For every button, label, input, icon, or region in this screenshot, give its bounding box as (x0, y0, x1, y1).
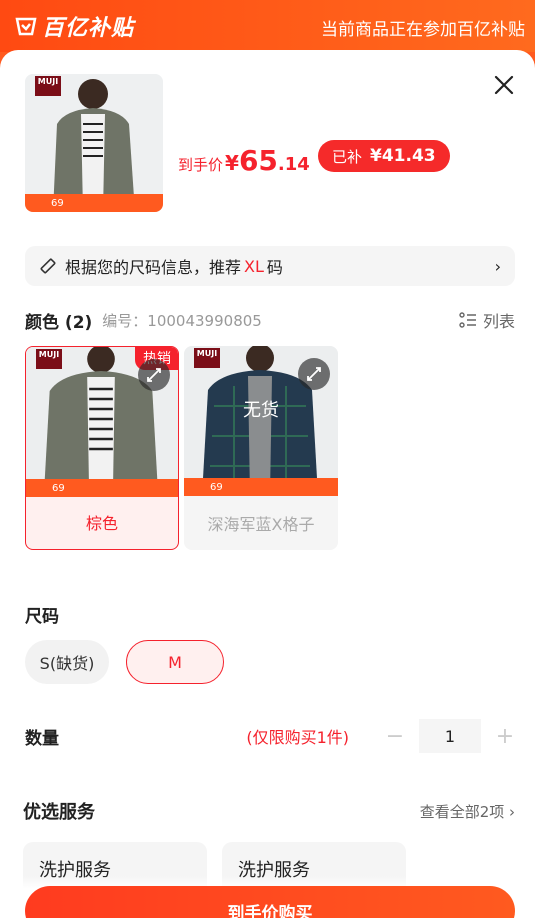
price-prefix: 到手价 (178, 156, 224, 174)
expand-arrows (307, 367, 321, 381)
expand-icon[interactable] (298, 358, 330, 390)
ruler-icon (40, 258, 56, 274)
expand-arrows (147, 368, 161, 382)
expand-icon[interactable] (138, 359, 170, 391)
subsidy-badge: 已补 ¥41.43 (318, 140, 450, 172)
subsidy-note: 当前商品正在参加百亿补贴 (321, 20, 525, 40)
quantity-input[interactable]: 1 (419, 719, 481, 753)
color-label: 深海军蓝X格子 (207, 515, 315, 534)
brand-logo: 百亿补贴 (14, 10, 134, 42)
out-of-stock-label: 无货 (243, 400, 279, 421)
size-recommendation[interactable]: 根据您的尺码信息，推荐 XL 码 › (25, 246, 515, 286)
brand-badge: MUJI (36, 349, 62, 369)
sku-sheet: MUJI 69 到手价 ¥ 65 .14 已补 ¥41.43 根据您的尺码信息，… (0, 50, 535, 918)
size-rec-text: 根据您的尺码信息，推荐 (65, 258, 242, 277)
price-sticker: 69 (184, 478, 338, 496)
price-decimal: .14 (277, 154, 310, 175)
price-sticker: 69 (25, 194, 163, 212)
final-price: 到手价 ¥ 65 .14 (178, 144, 310, 177)
quantity-title: 数量 (25, 728, 59, 749)
brand-badge: MUJI (35, 76, 61, 96)
subsidy-logo-icon (15, 17, 37, 36)
list-view-toggle[interactable]: 列表 (459, 308, 515, 332)
recommended-size: XL (244, 256, 264, 276)
color-section-header: 颜色 (2) 编号：100043990805 列表 (25, 308, 515, 333)
services-header: 优选服务 查看全部2项 › (23, 798, 515, 824)
subsidy-value: ¥41.43 (370, 146, 436, 166)
brand-text: 百亿补贴 (42, 16, 135, 41)
top-banner: 百亿补贴 当前商品正在参加百亿补贴 (0, 0, 535, 52)
color-label: 棕色 (85, 514, 118, 533)
quantity-row: 数量 (仅限购买1件) − 1 + (25, 718, 515, 754)
color-option-navy-plaid[interactable]: MUJI 69 无货 深海军蓝X格子 (184, 346, 338, 550)
product-thumbnail[interactable]: MUJI 69 (25, 74, 163, 212)
size-rec-suffix: 码 (266, 258, 283, 277)
color-title: 颜色 (2) (25, 312, 93, 333)
price-currency: ¥ (225, 151, 239, 175)
size-option-m[interactable]: M (126, 640, 224, 684)
color-option-brown[interactable]: MUJI 69 热销 棕色 (25, 346, 179, 550)
close-icon[interactable] (493, 74, 515, 96)
purchase-limit: (仅限购买1件) (246, 728, 349, 747)
view-all-services[interactable]: 查看全部2项 › (420, 801, 515, 822)
decrease-button[interactable]: − (385, 724, 405, 749)
list-label: 列表 (482, 312, 515, 331)
list-icon (459, 312, 476, 328)
chevron-right-icon: › (494, 256, 501, 276)
product-code: 编号：100043990805 (102, 311, 262, 330)
subsidy-label: 已补 (332, 147, 363, 166)
buy-button[interactable]: 到手价购买 (25, 886, 515, 918)
brand-badge: MUJI (194, 348, 220, 368)
services-title: 优选服务 (23, 802, 95, 823)
price-integer: 65 (238, 144, 278, 177)
increase-button[interactable]: + (495, 724, 515, 749)
size-option-s[interactable]: S(缺货) (25, 640, 109, 684)
size-title: 尺码 (25, 607, 59, 627)
